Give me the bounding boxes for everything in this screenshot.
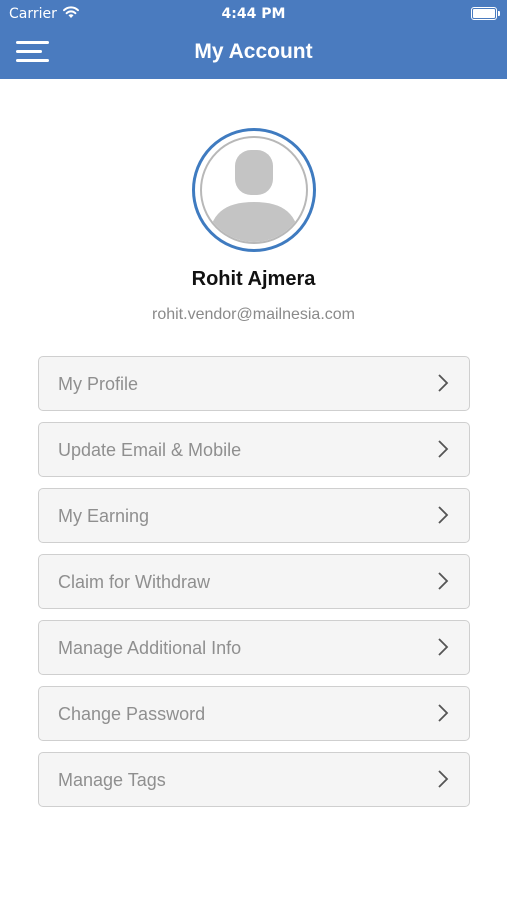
battery-icon — [471, 7, 500, 20]
menu-item-label: Update Email & Mobile — [58, 440, 242, 460]
status-bar: Carrier 4:44 PM — [0, 0, 507, 28]
chevron-right-icon — [438, 770, 449, 788]
manage-additional-info-row[interactable]: Manage Additional Info — [38, 620, 470, 675]
chevron-right-icon — [438, 506, 449, 524]
menu-item-label: Manage Additional Info — [58, 638, 242, 658]
page-title: My Account — [194, 40, 313, 63]
profile-name: Rohit Ajmera — [191, 268, 316, 290]
menu-item-label: Claim for Withdraw — [58, 572, 211, 592]
my-earning-row[interactable]: My Earning — [38, 488, 470, 543]
user-avatar-icon — [208, 150, 300, 242]
menu-item-label: Change Password — [58, 704, 206, 724]
menu-item-label: Manage Tags — [58, 770, 166, 790]
avatar[interactable] — [192, 128, 316, 252]
change-password-row[interactable]: Change Password — [38, 686, 470, 741]
my-profile-row[interactable]: My Profile — [38, 356, 470, 411]
profile-email: rohit.vendor@mailnesia.com — [152, 306, 355, 323]
status-time: 4:44 PM — [221, 6, 286, 22]
menu-item-label: My Earning — [58, 506, 150, 526]
account-menu-list: My Profile Update Email & Mobile My Earn… — [38, 356, 470, 818]
chevron-right-icon — [438, 440, 449, 458]
menu-item-label: My Profile — [58, 374, 139, 394]
chevron-right-icon — [438, 374, 449, 392]
chevron-right-icon — [438, 704, 449, 722]
app-header: Carrier 4:44 PM My Account — [0, 0, 507, 79]
claim-for-withdraw-row[interactable]: Claim for Withdraw — [38, 554, 470, 609]
update-email-mobile-row[interactable]: Update Email & Mobile — [38, 422, 470, 477]
chevron-right-icon — [438, 638, 449, 656]
chevron-right-icon — [438, 572, 449, 590]
manage-tags-row[interactable]: Manage Tags — [38, 752, 470, 807]
